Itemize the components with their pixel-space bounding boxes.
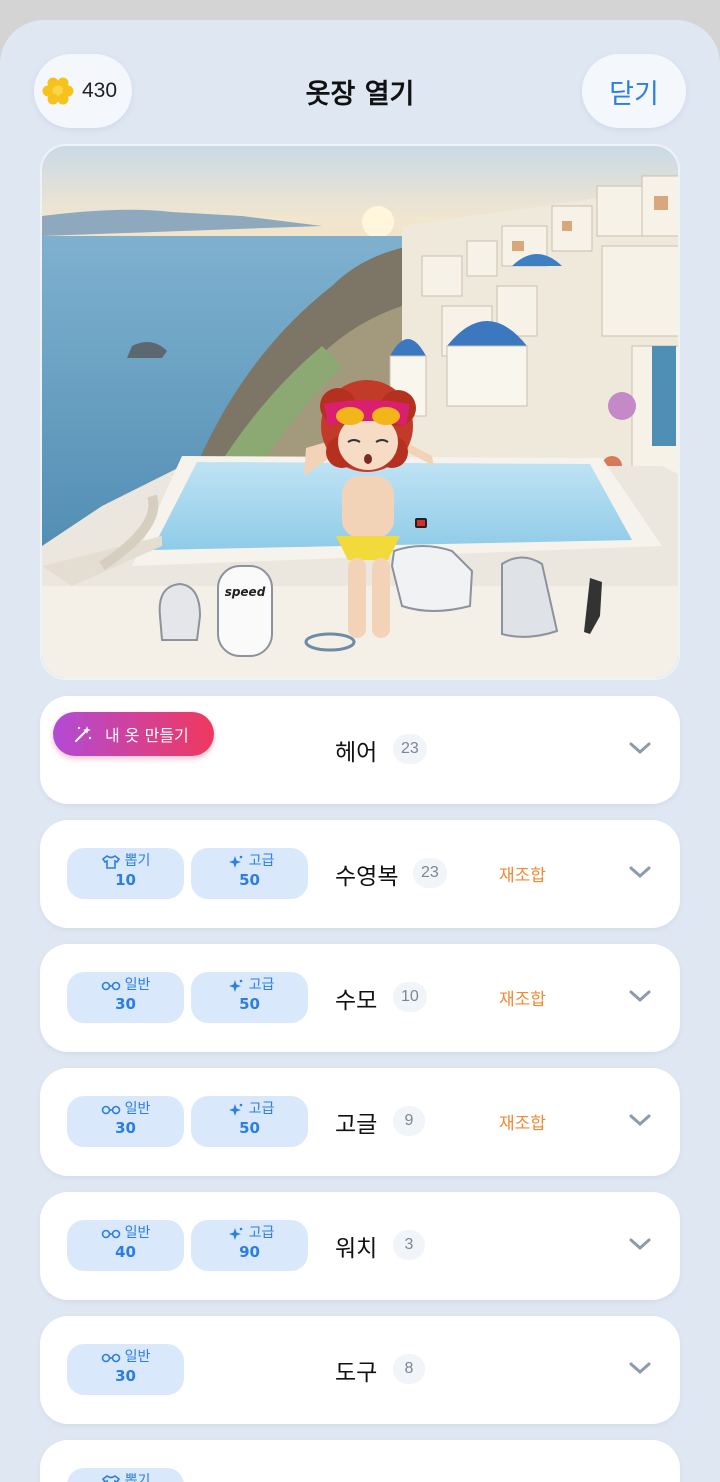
chip-label: 일반 <box>124 977 151 993</box>
chip-value: 50 <box>239 871 260 889</box>
normal-chip[interactable]: 일반 40 <box>67 1220 184 1271</box>
chip-label: 뽑기 <box>124 1473 151 1482</box>
normal-chip[interactable]: 일반 30 <box>67 1096 184 1147</box>
make-outfit-button[interactable]: 내 옷 만들기 <box>53 712 214 756</box>
chevron-down-icon[interactable] <box>628 988 652 1004</box>
magic-wand-icon <box>75 726 92 742</box>
backpack-icon <box>158 582 202 641</box>
premium-chip[interactable]: 고급 50 <box>191 972 308 1023</box>
draw-chip[interactable]: 뽑기 <box>67 1468 184 1482</box>
draw-chip[interactable]: 뽑기 10 <box>67 848 184 899</box>
category-name: 헤어 <box>335 740 378 766</box>
normal-chip[interactable]: 일반 30 <box>67 972 184 1023</box>
category-name: 고글 <box>335 1112 378 1138</box>
category-row-hair[interactable]: 내 옷 만들기 헤어 23 <box>40 696 680 804</box>
close-button[interactable]: 닫기 <box>582 54 686 128</box>
chevron-down-icon[interactable] <box>628 740 652 756</box>
sparkle-icon <box>228 979 242 992</box>
board-brand-text: speed <box>225 585 266 599</box>
chip-label: 뽑기 <box>124 853 151 869</box>
category-row-tools[interactable]: 일반 30 도구 8 <box>40 1316 680 1424</box>
remix-button[interactable]: 재조합 <box>499 861 546 886</box>
chip-label: 일반 <box>124 1225 151 1241</box>
shirt-icon <box>101 854 120 869</box>
wardrobe-sheet: 430 옷장 열기 닫기 speed 내 옷 만들기 헤어 23 뽑기 10 고… <box>0 20 720 1482</box>
character-scene: speed <box>40 144 680 680</box>
sparkle-icon <box>228 1103 242 1116</box>
glasses-icon <box>101 1105 120 1114</box>
chip-label: 고급 <box>248 977 275 993</box>
chip-label: 고급 <box>248 1225 275 1241</box>
category-count: 8 <box>393 1354 425 1384</box>
make-outfit-label: 내 옷 만들기 <box>105 726 189 745</box>
chip-value: 30 <box>115 995 136 1013</box>
top-bar: 430 옷장 열기 닫기 <box>0 20 720 140</box>
glasses-icon <box>101 1353 120 1362</box>
category-row-watch[interactable]: 일반 40 고급 90 워치 3 <box>40 1192 680 1300</box>
premium-chip[interactable]: 고급 50 <box>191 848 308 899</box>
chip-label: 고급 <box>248 1101 275 1117</box>
shirt-icon <box>101 1474 120 1482</box>
chevron-down-icon[interactable] <box>628 1112 652 1128</box>
category-name: 도구 <box>335 1360 378 1386</box>
category-count: 10 <box>393 982 427 1012</box>
glasses-icon <box>101 1229 120 1238</box>
chevron-down-icon[interactable] <box>628 1236 652 1252</box>
remix-button[interactable]: 재조합 <box>499 1109 546 1134</box>
glasses-icon <box>101 981 120 990</box>
premium-chip[interactable]: 고급 90 <box>191 1220 308 1271</box>
category-row-goggles[interactable]: 일반 30 고급 50 고글 9 재조합 <box>40 1068 680 1176</box>
category-row-partial[interactable]: 뽑기 <box>40 1440 680 1482</box>
chip-value: 50 <box>239 995 260 1013</box>
category-count: 23 <box>413 858 447 888</box>
category-row-swimsuit[interactable]: 뽑기 10 고급 50 수영복 23 재조합 <box>40 820 680 928</box>
category-count: 23 <box>393 734 427 764</box>
normal-chip[interactable]: 일반 30 <box>67 1344 184 1395</box>
chip-value: 10 <box>115 871 136 889</box>
category-name: 수모 <box>335 988 378 1014</box>
category-count: 9 <box>393 1106 425 1136</box>
chevron-down-icon[interactable] <box>628 864 652 880</box>
chip-value: 30 <box>115 1367 136 1385</box>
chip-label: 고급 <box>248 853 275 869</box>
chip-value: 50 <box>239 1119 260 1137</box>
remix-button[interactable]: 재조합 <box>499 985 546 1010</box>
sparkle-icon <box>228 1227 242 1240</box>
sparkle-icon <box>228 855 242 868</box>
category-row-swim-cap[interactable]: 일반 30 고급 50 수모 10 재조합 <box>40 944 680 1052</box>
premium-chip[interactable]: 고급 50 <box>191 1096 308 1147</box>
chip-label: 일반 <box>124 1101 151 1117</box>
chip-label: 일반 <box>124 1349 151 1365</box>
category-count: 3 <box>393 1230 425 1260</box>
chip-value: 90 <box>239 1243 260 1261</box>
chip-value: 30 <box>115 1119 136 1137</box>
category-name: 수영복 <box>335 864 399 890</box>
category-name: 워치 <box>335 1236 378 1262</box>
chip-value: 40 <box>115 1243 136 1261</box>
chevron-down-icon[interactable] <box>628 1360 652 1376</box>
